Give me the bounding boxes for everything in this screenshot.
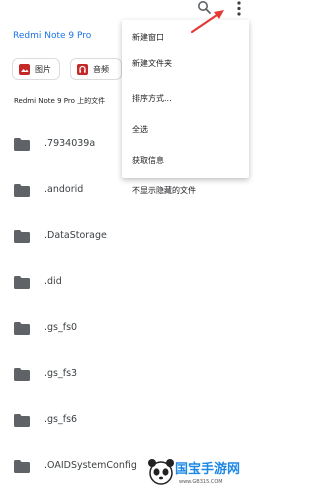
file-name: .DataStorage xyxy=(44,230,107,241)
folder-icon xyxy=(14,138,30,151)
more-vert-icon[interactable] xyxy=(233,0,245,18)
folder-icon xyxy=(14,460,30,473)
watermark-url: www.GB315.COM xyxy=(179,479,223,485)
menu-item-sort-by[interactable]: 排序方式... xyxy=(132,93,172,104)
list-item[interactable]: .gs_fs0 xyxy=(0,302,250,348)
folder-icon xyxy=(14,414,30,427)
folder-icon xyxy=(14,230,30,243)
file-name: .andorid xyxy=(44,184,84,195)
folder-icon xyxy=(14,368,30,381)
overflow-menu: 新建窗口 新建文件夹 排序方式... 全选 获取信息 不显示隐藏的文件 xyxy=(122,20,249,195)
list-item[interactable]: .DataStorage xyxy=(0,210,250,256)
file-name: .gs_fs6 xyxy=(44,414,78,425)
storage-location-title: Redmi Note 9 Pro xyxy=(13,31,92,41)
watermark-title: 国宝手游网 xyxy=(175,462,241,477)
menu-item-get-info[interactable]: 获取信息 xyxy=(132,155,164,166)
pointer-arrow-icon xyxy=(190,10,224,34)
folder-icon xyxy=(14,276,30,289)
file-name: .7934039a xyxy=(44,138,96,149)
audio-chip-label: 音频 xyxy=(93,64,109,74)
audio-filter-chip[interactable]: 音频 xyxy=(70,58,122,80)
files-section-title: Redmi Note 9 Pro 上的文件 xyxy=(14,97,106,105)
menu-item-select-all[interactable]: 全选 xyxy=(132,124,148,135)
menu-item-new-folder[interactable]: 新建文件夹 xyxy=(132,58,172,69)
image-icon xyxy=(19,63,30,75)
list-item[interactable]: .did xyxy=(0,256,250,302)
panda-logo-icon xyxy=(148,459,174,485)
file-name: .did xyxy=(44,276,62,287)
images-filter-chip[interactable]: 图片 xyxy=(12,58,60,80)
menu-item-hide-hidden-files[interactable]: 不显示隐藏的文件 xyxy=(132,185,196,196)
menu-item-new-window[interactable]: 新建窗口 xyxy=(132,32,164,43)
audio-icon xyxy=(77,63,88,75)
file-name: .OAIDSystemConfig xyxy=(44,460,137,471)
images-chip-label: 图片 xyxy=(35,64,51,74)
watermark-logo: 国宝手游网 www.GB315.COM xyxy=(145,455,250,500)
folder-icon xyxy=(14,322,30,335)
file-name: .gs_fs0 xyxy=(44,322,78,333)
folder-icon xyxy=(14,184,30,197)
file-name: .gs_fs3 xyxy=(44,368,78,379)
list-item[interactable]: .gs_fs6 xyxy=(0,394,250,440)
list-item[interactable]: .gs_fs3 xyxy=(0,348,250,394)
